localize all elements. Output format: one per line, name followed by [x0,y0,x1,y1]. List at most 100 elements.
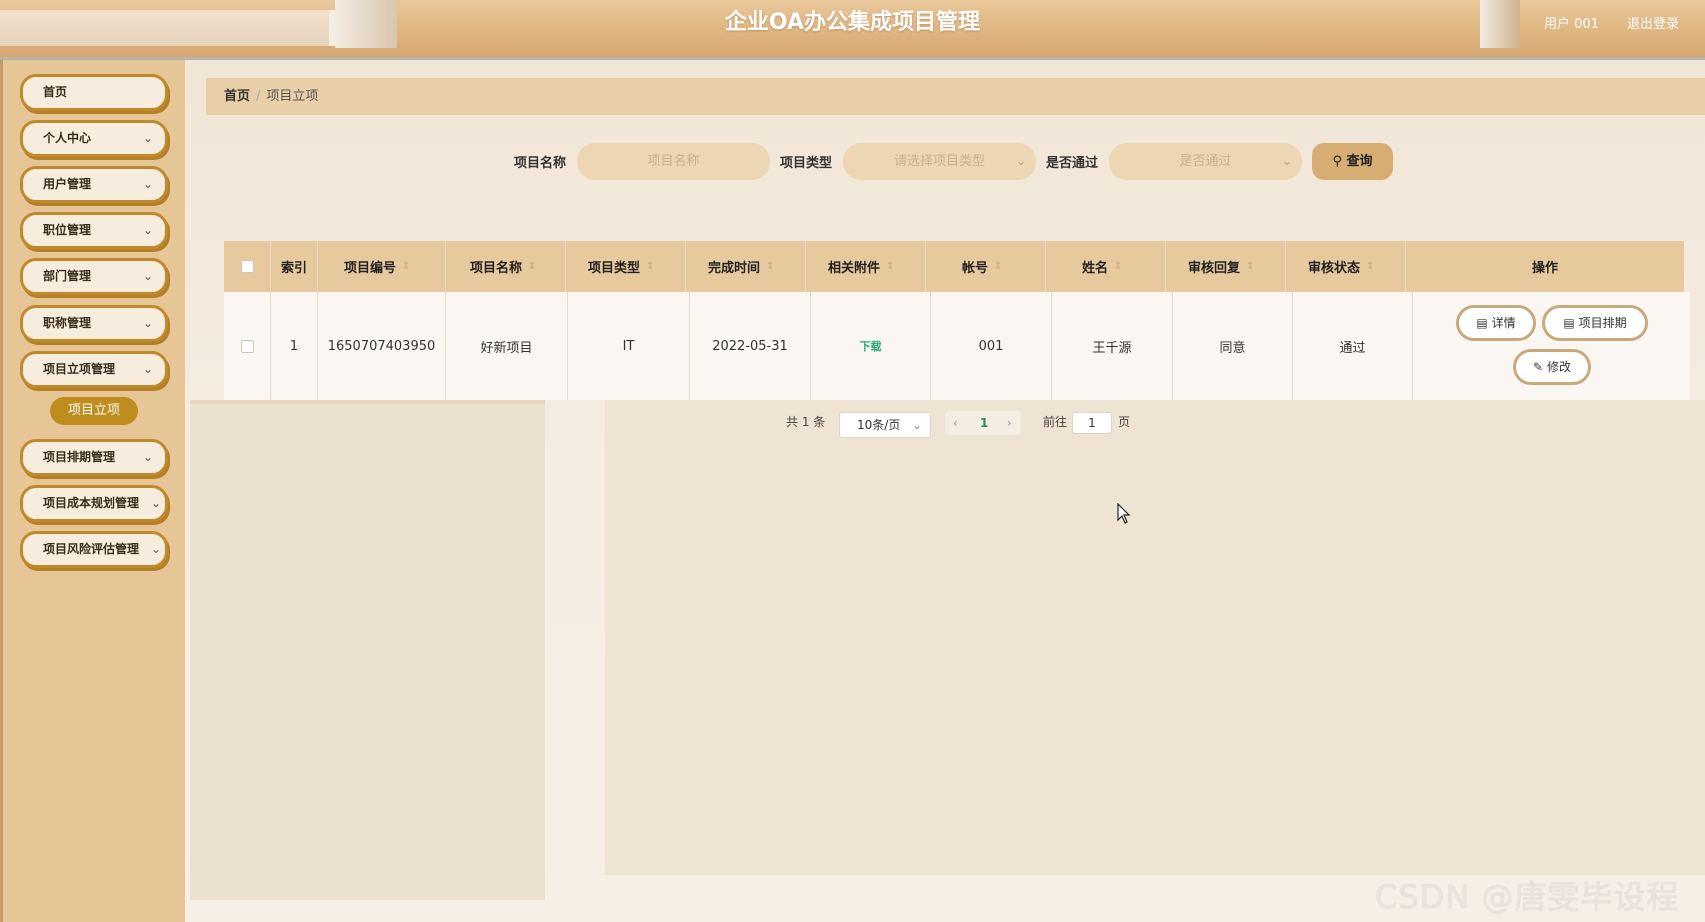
pagination-total: 共 1 条 [786,415,826,429]
sidebar-item-label: 用户管理 [43,177,92,191]
chevron-down-icon: ⌄ [142,450,153,464]
query-button-label: 查询 [1346,154,1373,169]
search-icon: ⚲ [1332,154,1342,169]
column-header-label: 帐号 [962,261,989,276]
cell-index: 1 [271,292,318,400]
column-header-finish-time[interactable]: 完成时间 ⇕ [686,241,806,292]
chevron-down-icon: ⌄ [911,418,922,432]
sort-icon: ⇕ [646,261,655,272]
project-schedule-button[interactable]: ▤ 项目排期 [1542,305,1648,341]
breadcrumb: 首页 / 项目立项 [206,78,1705,115]
page-size-select[interactable]: 10条/页 ⌄ [839,412,931,438]
project-type-label: 项目类型 [780,156,833,171]
column-header-label: 索引 [280,261,307,276]
sidebar-item-project-schedule-management[interactable]: 项目排期管理 ⌄ [20,439,168,476]
sidebar-item-label: 项目风险评估管理 [43,542,140,556]
column-header-code[interactable]: 项目编号 ⇕ [318,241,446,292]
download-link[interactable]: 下载 [860,338,882,354]
chevron-down-icon: ⌄ [142,269,153,283]
query-button[interactable]: ⚲ 查询 [1312,143,1393,180]
column-header-name[interactable]: 项目名称 ⇕ [446,241,566,292]
project-name-label: 项目名称 [514,156,567,171]
project-type-placeholder: 请选择项目类型 [893,154,985,169]
sidebar-item-department-management[interactable]: 部门管理 ⌄ [20,258,168,295]
sidebar-item-label: 部门管理 [43,269,92,283]
row-checkbox[interactable] [240,339,254,353]
breadcrumb-home[interactable]: 首页 [224,89,250,104]
sidebar-item-user-management[interactable]: 用户管理 ⌄ [20,166,168,203]
pagination-nav: ‹ 1 › [945,411,1021,435]
cell-status: 通过 [1293,292,1413,400]
pass-status-placeholder: 是否通过 [1179,154,1232,169]
cell-finish-time: 2022-05-31 [690,292,811,400]
page-size-value: 10条/页 [857,418,901,432]
sidebar-item-label: 项目立项管理 [43,362,116,376]
column-header-account[interactable]: 帐号 ⇕ [926,241,1046,292]
chevron-down-icon: ⌄ [142,223,153,237]
column-header-reply[interactable]: 审核回复 ⇕ [1166,241,1286,292]
cell-name: 好新项目 [446,292,568,400]
mouse-cursor-icon [1117,503,1131,524]
cell-reply: 同意 [1173,292,1293,400]
column-header-status[interactable]: 审核状态 ⇕ [1286,241,1406,292]
sidebar-item-title-management[interactable]: 职称管理 ⌄ [20,305,168,342]
project-type-select[interactable]: 请选择项目类型 ⌄ [843,143,1036,180]
sidebar-item-project-risk-management[interactable]: 项目风险评估管理 ⌄ [20,531,168,568]
prev-page-icon[interactable]: ‹ [953,411,958,435]
cell-type: IT [568,292,690,400]
column-header-index: 索引 [271,241,318,292]
next-page-icon[interactable]: › [1007,411,1012,435]
chevron-down-icon: ⌄ [1281,154,1292,168]
sort-icon: ⇕ [994,261,1003,272]
breadcrumb-current: 项目立项 [266,89,319,104]
cell-account: 001 [931,292,1052,400]
column-header-label: 操作 [1531,261,1558,276]
goto-page-input[interactable]: 1 [1072,412,1112,434]
sidebar-item-label: 首页 [43,85,68,99]
sidebar-item-position-management[interactable]: 职位管理 ⌄ [20,212,168,249]
sort-icon: ⇕ [1366,261,1375,272]
current-user: 用户 001 [1544,17,1599,32]
column-header-attachment[interactable]: 相关附件 ⇕ [806,241,926,292]
sidebar-item-project-initiation-management[interactable]: 项目立项管理 ⌄ [20,351,168,388]
column-header-type[interactable]: 项目类型 ⇕ [566,241,686,292]
logout-link[interactable]: 退出登录 [1627,13,1679,32]
detail-button-label: 详情 [1491,316,1516,330]
chevron-down-icon: ⌄ [142,131,153,145]
pass-status-select[interactable]: 是否通过 ⌄ [1109,143,1302,180]
pass-status-label: 是否通过 [1046,156,1099,171]
sidebar-item-personal-center[interactable]: 个人中心 ⌄ [20,120,168,157]
background-decor [605,400,1705,875]
column-header-person[interactable]: 姓名 ⇕ [1046,241,1166,292]
edit-button[interactable]: ✎ 修改 [1513,349,1591,385]
sort-icon: ⇕ [1246,261,1255,272]
document-icon: ▤ [1476,316,1488,330]
sidebar-item-label: 职位管理 [43,223,92,237]
edit-button-label: 修改 [1546,360,1571,374]
sidebar-item-label: 职称管理 [43,316,92,330]
background-decor [190,400,545,900]
edit-icon: ✎ [1533,360,1544,374]
watermark: CSDN @唐雯毕设程序 [1375,878,1680,916]
cell-attachment: 下载 [811,292,931,400]
sidebar-item-label: 项目排期管理 [43,450,116,464]
select-all-checkbox[interactable] [240,260,254,273]
project-name-input[interactable]: 项目名称 [577,143,770,180]
sidebar-item-project-cost-management[interactable]: 项目成本规划管理 ⌄ [20,485,168,522]
chevron-down-icon: ⌄ [150,542,161,556]
goto-label: 前往 [1043,415,1068,429]
sidebar-subitem-project-initiation[interactable]: 项目立项 [50,397,138,425]
column-header-label: 项目名称 [470,261,523,276]
column-header-label: 审核回复 [1188,261,1241,276]
detail-button[interactable]: ▤ 详情 [1456,305,1536,341]
chevron-down-icon: ⌄ [1015,154,1026,168]
sort-icon: ⇕ [528,261,537,272]
chevron-down-icon: ⌄ [142,177,153,191]
breadcrumb-separator: / [256,89,261,104]
column-header-label: 审核状态 [1308,261,1361,276]
sidebar-item-home[interactable]: 首页 [20,74,168,111]
page-number-current[interactable]: 1 [980,411,988,435]
sort-icon: ⇕ [886,261,895,272]
cell-code: 1650707403950 [318,292,446,400]
cell-person: 王千源 [1052,292,1173,400]
